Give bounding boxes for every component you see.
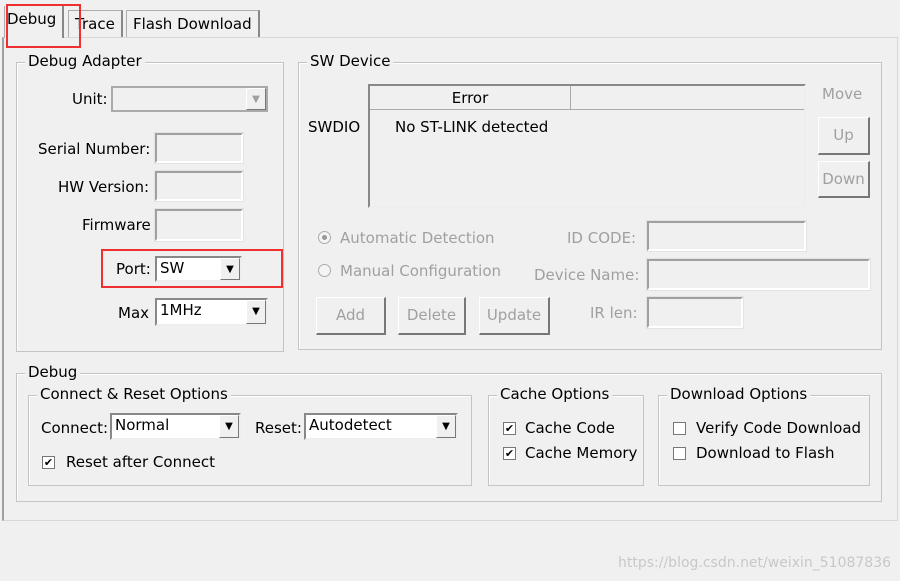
serial-number-field[interactable] xyxy=(154,132,244,164)
move-down-button[interactable]: Down xyxy=(818,161,870,198)
device-name-field[interactable] xyxy=(646,258,871,291)
highlight-port xyxy=(101,249,283,288)
group-title: Connect & Reset Options xyxy=(37,385,231,403)
device-name-label: Device Name: xyxy=(534,266,640,284)
delete-button[interactable]: Delete xyxy=(398,297,466,335)
unit-label: Unit: xyxy=(72,90,108,108)
id-code-field[interactable] xyxy=(646,220,807,252)
unit-select[interactable]: ▼ xyxy=(111,86,268,112)
move-label: Move xyxy=(822,85,863,103)
automatic-detection-label: Automatic Detection xyxy=(340,229,495,247)
cache-code-label: Cache Code xyxy=(525,419,615,437)
swdio-label: SWDIO xyxy=(308,118,361,136)
list-item[interactable]: No ST-LINK detected xyxy=(395,118,548,136)
reset-value: Autodetect xyxy=(309,416,392,434)
automatic-detection-radio[interactable] xyxy=(318,231,331,244)
reset-label: Reset: xyxy=(255,419,302,437)
connect-label: Connect: xyxy=(41,419,109,437)
ir-len-label: IR len: xyxy=(590,304,638,322)
chevron-down-icon[interactable]: ▼ xyxy=(246,300,266,324)
download-to-flash-checkbox[interactable] xyxy=(673,447,686,460)
hw-version-label: HW Version: xyxy=(58,178,150,196)
reset-select[interactable]: Autodetect ▼ xyxy=(304,413,458,440)
group-title: Debug Adapter xyxy=(25,52,145,70)
highlight-debug-tab xyxy=(6,4,81,48)
reset-after-connect-label: Reset after Connect xyxy=(66,453,215,471)
group-title: Debug xyxy=(25,363,81,381)
connect-reset-group: Connect & Reset Options xyxy=(28,385,472,486)
max-clock-value: 1MHz xyxy=(160,301,202,319)
ir-len-field[interactable] xyxy=(646,296,744,329)
add-button[interactable]: Add xyxy=(316,297,386,335)
chevron-down-icon[interactable]: ▼ xyxy=(436,415,456,438)
firmware-field[interactable] xyxy=(154,208,244,242)
hw-version-field[interactable] xyxy=(154,170,244,202)
manual-configuration-radio[interactable] xyxy=(318,264,331,277)
download-to-flash-label: Download to Flash xyxy=(696,444,835,462)
reset-after-connect-checkbox[interactable]: ✔ xyxy=(42,456,55,469)
verify-code-download-checkbox[interactable] xyxy=(673,422,686,435)
serial-number-label: Serial Number: xyxy=(38,140,151,158)
move-up-button[interactable]: Up xyxy=(818,117,870,155)
verify-code-download-label: Verify Code Download xyxy=(696,419,862,437)
column-header-blank[interactable] xyxy=(571,86,804,110)
download-options-group: Download Options xyxy=(658,385,870,486)
chevron-down-icon[interactable]: ▼ xyxy=(219,415,239,438)
chevron-down-icon[interactable]: ▼ xyxy=(246,88,266,110)
connect-select[interactable]: Normal ▼ xyxy=(110,413,241,440)
cache-options-group: Cache Options xyxy=(488,385,644,486)
watermark: https://blog.csdn.net/weixin_51087836 xyxy=(618,555,892,571)
cache-memory-label: Cache Memory xyxy=(525,444,638,462)
column-header-error[interactable]: Error xyxy=(370,86,571,110)
group-title: SW Device xyxy=(307,52,394,70)
group-title: Download Options xyxy=(667,385,811,403)
connect-value: Normal xyxy=(115,416,170,434)
tab-flash-download[interactable]: Flash Download xyxy=(126,10,260,37)
group-title: Cache Options xyxy=(497,385,613,403)
cache-memory-checkbox[interactable]: ✔ xyxy=(503,447,516,460)
firmware-label: Firmware xyxy=(82,216,151,234)
max-clock-select[interactable]: 1MHz ▼ xyxy=(155,298,268,326)
manual-configuration-label: Manual Configuration xyxy=(340,262,502,280)
update-button[interactable]: Update xyxy=(479,297,550,335)
device-list[interactable]: Error No ST-LINK detected xyxy=(368,84,806,208)
tab-label: Flash Download xyxy=(133,15,252,33)
cache-code-checkbox[interactable]: ✔ xyxy=(503,422,516,435)
max-clock-label: Max xyxy=(118,304,150,322)
id-code-label: ID CODE: xyxy=(567,229,637,247)
